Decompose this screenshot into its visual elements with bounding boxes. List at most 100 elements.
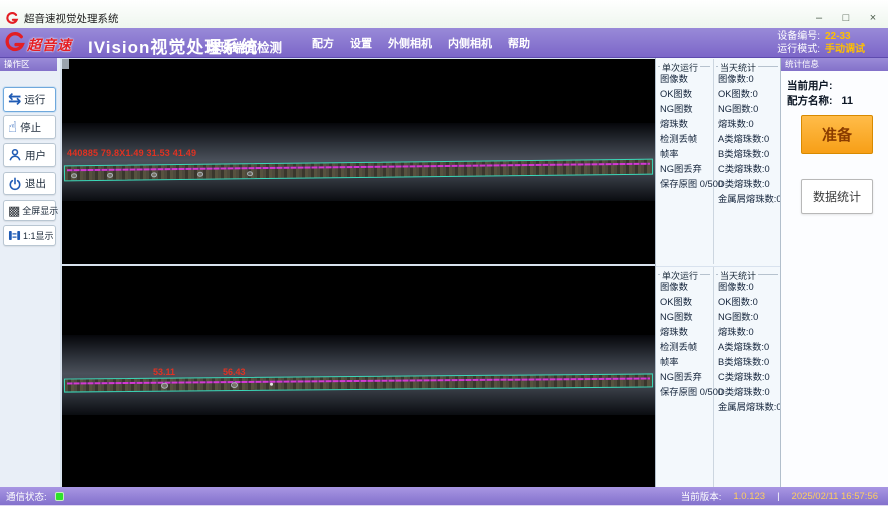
- power-icon: [8, 177, 22, 191]
- stop-button[interactable]: ☝ 停止: [3, 115, 56, 139]
- exit-button[interactable]: 退出: [3, 172, 56, 195]
- bead-mark-dot: [197, 172, 203, 177]
- app-header: 超音速 IVision视觉处理系统 熔珠端面检测 配方设置外侧相机内侧相机帮助 …: [0, 28, 888, 58]
- stat-row: NG图数:0: [714, 102, 781, 117]
- user-button-label: 用户: [25, 148, 46, 163]
- stat-row: OK图数:0: [714, 87, 781, 102]
- run-mode-value: 手动调试: [825, 43, 880, 56]
- titlebar-content: 超音速视觉处理系统 – □ ×: [0, 10, 888, 28]
- daily-stats-title: 当天统计: [718, 269, 758, 282]
- camera-view-outer[interactable]: 440885 79.8X1.49 31.53 41.49: [62, 59, 655, 264]
- stat-row: D类熔珠数:0: [714, 177, 781, 192]
- minimize-button[interactable]: –: [812, 12, 826, 24]
- daily-stats-rows: 图像数:0OK图数:0NG图数:0熔珠数:0A类熔珠数:0B类熔珠数:0C类熔珠…: [714, 72, 781, 207]
- info-panel: 统计信息 当前用户: 配方名称: 11 准备 数据统计: [780, 58, 888, 487]
- one-to-one-button[interactable]: 1:1显示: [3, 225, 56, 246]
- menu-item[interactable]: 内侧相机: [448, 35, 492, 51]
- device-number-label: 设备编号:: [777, 30, 820, 43]
- person-icon: [8, 148, 22, 162]
- stat-row: 保存原图 0/500: [656, 177, 713, 192]
- stat-row: B类熔珠数:0: [714, 147, 781, 162]
- stat-row: 图像数:0: [714, 72, 781, 87]
- single-run-group: 单次运行 图像数OK图数NG图数熔珠数检测丢帧帧率NG图丢弃保存原图 0/500: [656, 59, 714, 264]
- recipe-name-row: 配方名称: 11: [787, 93, 853, 108]
- user-button[interactable]: 用户: [3, 143, 56, 167]
- measurement-label: 56.43: [223, 367, 246, 377]
- fullscreen-button[interactable]: ▩ 全屏显示: [3, 200, 56, 221]
- scrollbar-corner: [62, 59, 69, 69]
- single-run-title: 单次运行: [660, 269, 700, 282]
- menu-item[interactable]: 设置: [350, 35, 372, 51]
- version-value: 1.0.123: [733, 491, 765, 502]
- bead-mark-dot: [231, 382, 238, 388]
- main-area: 操作区 ⇆ 运行 ☝ 停止 用户 退出: [0, 58, 888, 487]
- stat-row: NG图数: [656, 102, 713, 117]
- app-logo-icon: [6, 12, 19, 25]
- stat-row: NG图丢弃: [656, 370, 713, 385]
- stat-row: B类熔珠数:0: [714, 355, 781, 370]
- menu-item[interactable]: 配方: [312, 35, 334, 51]
- stat-row: 帧率: [656, 147, 713, 162]
- close-button[interactable]: ×: [866, 12, 880, 24]
- stat-row: C类熔珠数:0: [714, 162, 781, 177]
- version-info: 当前版本: 1.0.123 | 2025/02/11 16:57:56: [681, 489, 878, 503]
- run-button-label: 运行: [24, 92, 45, 107]
- daily-stats-group: 当天统计 图像数:0OK图数:0NG图数:0熔珠数:0A类熔珠数:0B类熔珠数:…: [714, 59, 781, 264]
- stat-row: 熔珠数: [656, 325, 713, 340]
- stat-row: 图像数:0: [714, 280, 781, 295]
- stats-panel: 单次运行 图像数OK图数NG图数熔珠数检测丢帧帧率NG图丢弃保存原图 0/500…: [655, 58, 780, 487]
- stat-row: 熔珠数:0: [714, 325, 781, 340]
- comm-status-indicator: [55, 492, 64, 501]
- single-run-group: 单次运行 图像数OK图数NG图数熔珠数检测丢帧帧率NG图丢弃保存原图 0/500: [656, 267, 714, 487]
- daily-stats-title: 当天统计: [718, 61, 758, 74]
- window-controls: – □ ×: [812, 12, 880, 24]
- scan-line-overlay: [67, 377, 650, 384]
- stat-row: NG图数:0: [714, 310, 781, 325]
- operation-sidebar: 操作区 ⇆ 运行 ☝ 停止 用户 退出: [0, 58, 60, 487]
- device-number-value: 22-33: [825, 30, 880, 43]
- stat-row: 熔珠数: [656, 117, 713, 132]
- info-panel-title: 统计信息: [781, 58, 888, 71]
- stat-row: OK图数: [656, 87, 713, 102]
- sidebar-title: 操作区: [0, 58, 57, 71]
- menu-item[interactable]: 帮助: [508, 35, 530, 51]
- maximize-button[interactable]: □: [839, 12, 853, 24]
- stats-section-inner: 单次运行 图像数OK图数NG图数熔珠数检测丢帧帧率NG图丢弃保存原图 0/500…: [656, 266, 781, 487]
- stat-row: 图像数: [656, 72, 713, 87]
- bead-mark-dot: [247, 171, 253, 176]
- bead-mark-dot: [107, 173, 113, 178]
- status-bar: 通信状态: 当前版本: 1.0.123 | 2025/02/11 16:57:5…: [0, 487, 888, 505]
- stat-row: NG图丢弃: [656, 162, 713, 177]
- brand-name: 超音速: [27, 35, 72, 55]
- current-user-label: 当前用户:: [787, 80, 833, 92]
- menu-item[interactable]: 外侧相机: [388, 35, 432, 51]
- stat-row: A类熔珠数:0: [714, 132, 781, 147]
- camera-view-inner[interactable]: 53.11 56.43: [62, 266, 655, 487]
- daily-stats-rows: 图像数:0OK图数:0NG图数:0熔珠数:0A类熔珠数:0B类熔珠数:0C类熔珠…: [714, 280, 781, 415]
- separator: |: [777, 491, 779, 502]
- stat-row: 帧率: [656, 355, 713, 370]
- measurement-label: 53.11: [153, 367, 175, 377]
- stat-row: 金属屑熔珠数:0: [714, 400, 781, 415]
- stat-row: C类熔珠数:0: [714, 370, 781, 385]
- bead-mark-dot: [151, 172, 157, 177]
- stats-section-outer: 单次运行 图像数OK图数NG图数熔珠数检测丢帧帧率NG图丢弃保存原图 0/500…: [656, 59, 781, 264]
- bead-mark-dot: [71, 173, 77, 178]
- fullscreen-button-label: 全屏显示: [22, 204, 58, 217]
- stat-row: 熔珠数:0: [714, 117, 781, 132]
- window-title: 超音速视觉处理系统: [24, 11, 119, 26]
- stat-row: OK图数:0: [714, 295, 781, 310]
- stop-button-label: 停止: [20, 120, 41, 135]
- current-user-row: 当前用户:: [787, 78, 833, 93]
- titlebar: 超音速视觉处理系统 – □ ×: [0, 0, 888, 28]
- data-statistics-button[interactable]: 数据统计: [801, 179, 873, 214]
- single-run-rows: 图像数OK图数NG图数熔珠数检测丢帧帧率NG图丢弃保存原图 0/500: [656, 280, 713, 400]
- scan-line-overlay: [67, 163, 650, 172]
- run-button[interactable]: ⇆ 运行: [3, 87, 56, 112]
- run-mode-row: 运行模式: 手动调试: [777, 43, 880, 56]
- prepare-button[interactable]: 准备: [801, 115, 873, 154]
- single-run-rows: 图像数OK图数NG图数熔珠数检测丢帧帧率NG图丢弃保存原图 0/500: [656, 72, 713, 192]
- compare-bars-icon: [8, 229, 21, 242]
- measurement-annotation: 440885 79.8X1.49 31.53 41.49: [67, 148, 196, 158]
- stat-row: D类熔珠数:0: [714, 385, 781, 400]
